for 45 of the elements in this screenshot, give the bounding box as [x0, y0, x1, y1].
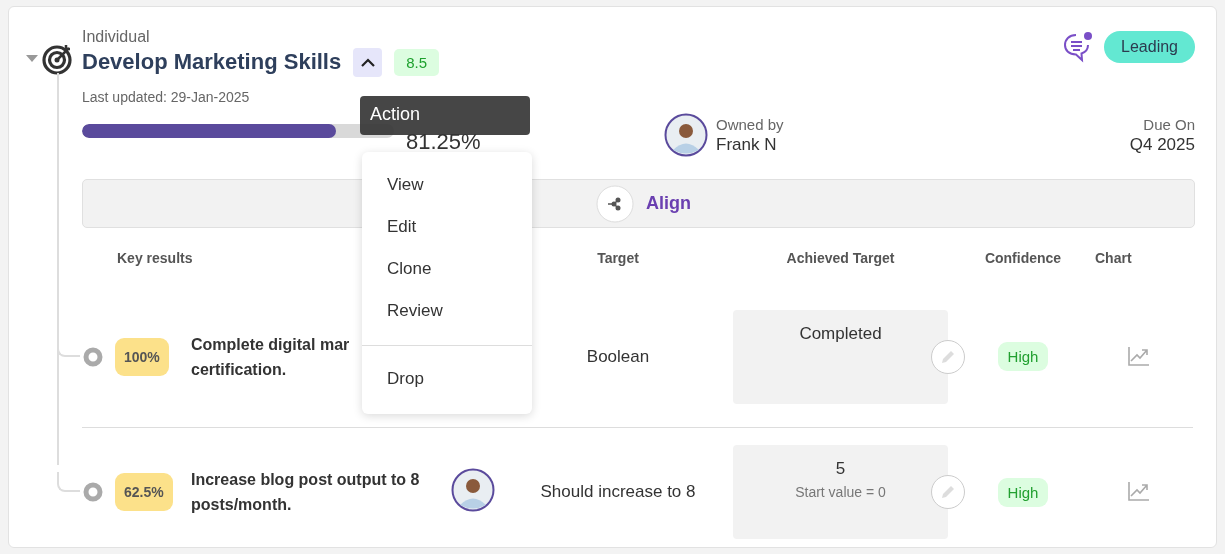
node-dot-icon [83, 346, 103, 367]
score-badge: 8.5 [394, 48, 440, 76]
target-icon [41, 43, 74, 75]
owner-avatar [451, 468, 495, 512]
owner-avatar [664, 113, 708, 157]
align-label: Align [646, 193, 691, 214]
collapse-button[interactable] [353, 47, 383, 77]
menu-item[interactable]: Clone [362, 248, 532, 290]
progress-badge: 100% [115, 337, 169, 376]
due-label: Due On [1142, 115, 1195, 133]
comments-icon[interactable] [1062, 31, 1095, 63]
objective-type: Individual [82, 27, 151, 47]
confidence-badge: High [997, 477, 1049, 507]
column-header: Achieved Target [785, 249, 896, 268]
edit-button[interactable] [931, 475, 965, 509]
key-result-title: Increase blog post output to 8 posts/month. [191, 470, 420, 515]
start-value-text: Start value = 0 [795, 484, 886, 500]
pencil-icon [940, 484, 956, 500]
status-badge: Leading [1104, 31, 1195, 63]
due-value: Q4 2025 [1129, 134, 1195, 155]
column-header: Chart [1094, 249, 1133, 268]
objective-title: Develop Marketing Skills [82, 48, 342, 76]
chart-icon[interactable] [1126, 345, 1152, 368]
column-header: Confidence [983, 249, 1063, 268]
align-icon [596, 184, 634, 223]
menu-item[interactable]: Review [362, 290, 532, 332]
owner-label: Owned by [716, 115, 784, 133]
owner-name: Frank N [716, 134, 778, 155]
pencil-icon [940, 348, 956, 365]
achieved-value: 5 [835, 459, 846, 479]
node-dot-icon [83, 482, 103, 502]
confidence-badge: High [997, 342, 1049, 371]
chevron-up-icon [360, 57, 375, 67]
progress-badge: 62.5% [115, 473, 173, 511]
last-updated-text: Last updated: 29-Jan-2025 [82, 89, 251, 105]
column-header: Key results [116, 249, 193, 268]
tooltip: Action [360, 96, 530, 135]
achieved-value: Completed [799, 323, 882, 344]
key-result-title: Complete digital mar certification. [191, 334, 350, 380]
target-text: Should increase to 8 [539, 482, 697, 502]
tree-connector [57, 472, 80, 492]
column-header: Target [596, 249, 640, 268]
caret-icon[interactable] [25, 55, 38, 63]
chart-icon[interactable] [1126, 481, 1152, 503]
target-text: Boolean [585, 346, 651, 367]
